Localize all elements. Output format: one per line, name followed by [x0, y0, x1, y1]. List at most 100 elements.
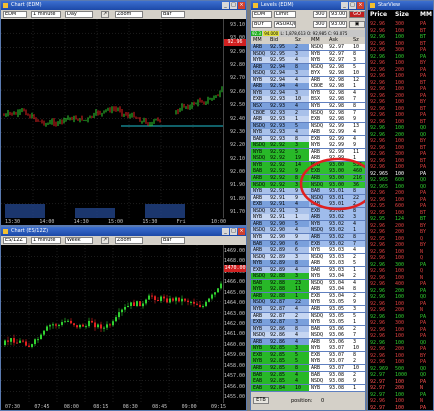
etb-button[interactable]: ETB: [253, 397, 269, 404]
trade-row[interactable]: 92.96 100 N: [368, 275, 433, 281]
ladder-row[interactable]: NSDQ 92.93 5 NSDQ 92.99 13: [251, 122, 365, 129]
ladder-row[interactable]: NSDQ 92.92 3 NYB 92.99 9: [251, 142, 365, 149]
ladder-row[interactable]: EAB 92.85 4 NSDQ 93.08 9: [251, 378, 365, 385]
trade-row[interactable]: 92.96 100 BT: [368, 145, 433, 151]
ladder-row[interactable]: NYB 92.94 4 ARB 92.98 12: [251, 76, 365, 83]
chart2-range-select[interactable]: Week: [65, 237, 93, 244]
minimize-icon[interactable]: _: [341, 2, 348, 9]
ladder-row[interactable]: NYB 92.90 9 ARB 93.02 8: [251, 233, 365, 240]
trade-row[interactable]: 92.96 300 PA: [368, 262, 433, 268]
ladder-row[interactable]: ARB 92.94 8 NSDQ 92.98 5: [251, 63, 365, 70]
chart2-symbol-input[interactable]: ES/12Z: [3, 237, 27, 244]
order-side-select[interactable]: BUY: [252, 21, 272, 28]
trade-row[interactable]: 92.96 100 BT: [368, 28, 433, 34]
trade-row[interactable]: 92.96 100 N: [368, 249, 433, 255]
trade-row[interactable]: 92.95 124 BT: [368, 216, 433, 222]
ladder-row[interactable]: NSDQ 92.88 3 NYB 93.04 2: [251, 273, 365, 280]
trade-row[interactable]: 92.96 200 QO: [368, 132, 433, 138]
ladder-row[interactable]: EXB 92.93 10 BSX 92.98 7: [251, 96, 365, 103]
ladder-row[interactable]: NYB 92.95 4 NYB 92.97 3: [251, 57, 365, 64]
ladder-row[interactable]: NSDQ 92.87 22 NYB 93.05 9: [251, 299, 365, 306]
chart1-symbol-input[interactable]: EDM: [3, 11, 27, 18]
trade-row[interactable]: 92.96 100 BT: [368, 119, 433, 125]
ladder-row[interactable]: ARB 92.86 4 ARB 93.06 3: [251, 338, 365, 345]
order-price-input[interactable]: 93.00: [329, 11, 347, 18]
ladder-row[interactable]: ARB 92.87 2 NSDQ 93.05 5: [251, 312, 365, 319]
trade-row[interactable]: 92.97 200 N: [368, 385, 433, 391]
trade-row[interactable]: 92.96 100 Q: [368, 255, 433, 261]
trade-row[interactable]: 92.96 200 PA: [368, 190, 433, 196]
chart1-interval-select[interactable]: 1 minute: [31, 11, 61, 18]
trade-row[interactable]: 92.96 100 PA: [368, 164, 433, 170]
trade-row[interactable]: 92.96 100 BT: [368, 34, 433, 40]
trade-row[interactable]: 92.96 100 BY: [368, 60, 433, 66]
order-type-select[interactable]: Limit: [274, 11, 296, 18]
trade-row[interactable]: 92.96 200 BY: [368, 242, 433, 248]
trade-row[interactable]: 92.965 100 QO: [368, 184, 433, 190]
trade-row[interactable]: 92.96 100 PA: [368, 54, 433, 60]
maximize-icon[interactable]: □: [230, 228, 237, 235]
ask-size-header[interactable]: Sz: [353, 37, 359, 44]
ladder-row[interactable]: NYB 92.94 3 NYB 92.98 4: [251, 89, 365, 96]
trade-row[interactable]: 92.96 100 PA: [368, 314, 433, 320]
price-header[interactable]: Price: [370, 10, 387, 20]
trade-row[interactable]: 92.96 100 BY: [368, 138, 433, 144]
go-button[interactable]: GO: [349, 11, 365, 18]
chart2-bar-select[interactable]: Bar: [161, 237, 185, 244]
bid-mm-header[interactable]: MM: [253, 37, 262, 44]
ask-mm-header[interactable]: MM: [311, 37, 320, 44]
mm-header[interactable]: MM: [420, 10, 432, 20]
chart1-range-select[interactable]: Day: [65, 11, 93, 18]
level2-titlebar[interactable]: Levels (EDM) _ □ ×: [251, 1, 365, 10]
trade-row[interactable]: 92.97 1000 QO: [368, 372, 433, 378]
ladder-row[interactable]: NSX 92.93 4 NYB 92.98 8: [251, 102, 365, 109]
ladder-row[interactable]: NSDQ 92.90 4 NSDQ 93.02 1: [251, 227, 365, 234]
ladder-row[interactable]: ARB 92.85 8 ARB 93.07 10: [251, 364, 365, 371]
trade-row[interactable]: 92.96 100 BT: [368, 80, 433, 86]
size-header[interactable]: Size: [395, 10, 409, 20]
ladder-row[interactable]: EXB 92.87 3 NYB 93.05 1: [251, 319, 365, 326]
trade-row[interactable]: 92.96 200 PA: [368, 93, 433, 99]
ladder-row[interactable]: EAB 92.84 10 NYB 93.08 1: [251, 384, 365, 391]
trade-row[interactable]: 92.96 100 PA: [368, 327, 433, 333]
trade-row[interactable]: 92.96 100 PA: [368, 359, 433, 365]
trade-row[interactable]: 92.96 300 PA: [368, 21, 433, 27]
ladder-row[interactable]: ARB 92.88 1 EXB 93.04 2: [251, 292, 365, 299]
trade-row[interactable]: 92.96 200 PA: [368, 288, 433, 294]
chart1-zoom-select[interactable]: Zoom: [115, 11, 143, 18]
ladder-row[interactable]: ARB 92.93 1 EXB 92.98 9: [251, 116, 365, 123]
trade-row[interactable]: 92.96 100 PA: [368, 112, 433, 118]
ladder-row[interactable]: ARB 92.95 2 NSDQ 92.97 10: [251, 44, 365, 50]
chart2-interval-select[interactable]: 1 minute: [31, 237, 61, 244]
trade-row[interactable]: 92.96 100 PA: [368, 86, 433, 92]
maximize-icon[interactable]: □: [349, 2, 356, 9]
trade-row[interactable]: 92.96 400 PA: [368, 281, 433, 287]
order-qty2-input[interactable]: 300: [313, 21, 327, 28]
trade-row[interactable]: 92.96 100 N: [368, 398, 433, 404]
trade-row[interactable]: 92.97 100 PA: [368, 405, 433, 411]
trade-row[interactable]: 92.96 100 PA: [368, 333, 433, 339]
ladder-row[interactable]: ARB 92.90 5 NYB 93.02 4: [251, 220, 365, 227]
trade-row[interactable]: 92.96 300 PA: [368, 320, 433, 326]
close-icon[interactable]: ×: [238, 228, 245, 235]
order-route-select[interactable]: ASURQU: [274, 21, 296, 28]
trade-row[interactable]: 92.96 200 N: [368, 307, 433, 313]
trade-row[interactable]: 92.97 100 PA: [368, 392, 433, 398]
bid-price-header[interactable]: Bid: [270, 37, 278, 44]
trade-row[interactable]: 92.96 100 Q: [368, 268, 433, 274]
ladder-row[interactable]: NYB 92.88 11 ARB 93.04 8: [251, 286, 365, 293]
chart1-titlebar[interactable]: Chart (EDM) _ □ ×: [1, 1, 246, 10]
order-price2-input[interactable]: 93.00: [329, 21, 347, 28]
ladder-row[interactable]: BAB 92.85 4 BAB 93.08 2: [251, 371, 365, 378]
chart1-draw-button[interactable]: ↗: [101, 11, 109, 18]
trade-row[interactable]: 92.96 300 PA: [368, 151, 433, 157]
chart1-bar-select[interactable]: Bar: [161, 11, 185, 18]
trade-row[interactable]: 92.969 500 QO: [368, 366, 433, 372]
trade-row[interactable]: 92.96 200 BY: [368, 223, 433, 229]
chart2-titlebar[interactable]: Chart (ES/12Z) _ □ ×: [1, 227, 246, 236]
chart2-draw-button[interactable]: ↗: [101, 237, 109, 244]
order-qty-input[interactable]: 300: [313, 11, 327, 18]
trade-row[interactable]: 92.96 200 BY: [368, 229, 433, 235]
trade-row[interactable]: 92.96 300 PA: [368, 47, 433, 53]
ladder-row[interactable]: BAB 92.88 23 NSDQ 93.04 4: [251, 279, 365, 286]
